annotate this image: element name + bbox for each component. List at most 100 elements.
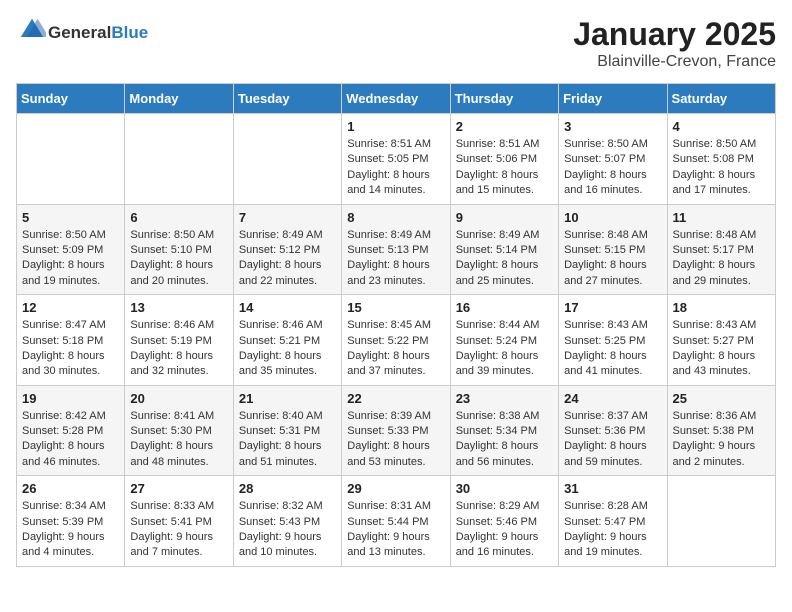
calendar-cell-w2-d0: 12 Sunrise: 8:47 AM Sunset: 5:18 PM Dayli… [17, 295, 125, 386]
cell-info: Sunrise: 8:39 AM Sunset: 5:33 PM Dayligh… [347, 409, 444, 471]
calendar-cell-w2-d6: 18 Sunrise: 8:43 AM Sunset: 5:27 PM Dayli… [667, 295, 775, 386]
calendar-cell-w1-d4: 9 Sunrise: 8:49 AM Sunset: 5:14 PM Daylig… [450, 204, 558, 295]
cell-info: Sunrise: 8:49 AM Sunset: 5:14 PM Dayligh… [456, 228, 553, 290]
weekday-header-monday: Monday [125, 84, 233, 114]
weekday-header-sunday: Sunday [17, 84, 125, 114]
cell-info: Sunrise: 8:50 AM Sunset: 5:07 PM Dayligh… [564, 137, 661, 199]
calendar-cell-w3-d0: 19 Sunrise: 8:42 AM Sunset: 5:28 PM Dayli… [17, 385, 125, 476]
day-number: 18 [673, 300, 770, 315]
cell-info: Sunrise: 8:37 AM Sunset: 5:36 PM Dayligh… [564, 409, 661, 471]
cell-info: Sunrise: 8:47 AM Sunset: 5:18 PM Dayligh… [22, 318, 119, 380]
day-number: 23 [456, 391, 553, 406]
calendar-cell-w0-d3: 1 Sunrise: 8:51 AM Sunset: 5:05 PM Daylig… [342, 114, 450, 205]
cell-info: Sunrise: 8:43 AM Sunset: 5:27 PM Dayligh… [673, 318, 770, 380]
location-title: Blainville-Crevon, France [573, 53, 776, 71]
day-number: 5 [22, 210, 119, 225]
cell-info: Sunrise: 8:46 AM Sunset: 5:19 PM Dayligh… [130, 318, 227, 380]
calendar-cell-w1-d5: 10Sunrise: 8:48 AM Sunset: 5:15 PM Dayli… [559, 204, 667, 295]
cell-info: Sunrise: 8:44 AM Sunset: 5:24 PM Dayligh… [456, 318, 553, 380]
cell-info: Sunrise: 8:38 AM Sunset: 5:34 PM Dayligh… [456, 409, 553, 471]
day-number: 29 [347, 481, 444, 496]
day-number: 24 [564, 391, 661, 406]
day-number: 10 [564, 210, 661, 225]
calendar-cell-w2-d1: 13 Sunrise: 8:46 AM Sunset: 5:19 PM Dayli… [125, 295, 233, 386]
cell-info: Sunrise: 8:36 AM Sunset: 5:38 PM Dayligh… [673, 409, 770, 471]
calendar-cell-w4-d6 [667, 476, 775, 567]
month-title: January 2025 [573, 16, 776, 53]
calendar-table: SundayMondayTuesdayWednesdayThursdayFrid… [16, 83, 776, 567]
cell-info: Sunrise: 8:49 AM Sunset: 5:13 PM Dayligh… [347, 228, 444, 290]
day-number: 9 [456, 210, 553, 225]
day-number: 26 [22, 481, 119, 496]
calendar-cell-w0-d2 [233, 114, 341, 205]
cell-info: Sunrise: 8:51 AM Sunset: 5:06 PM Dayligh… [456, 137, 553, 199]
calendar-cell-w1-d2: 7 Sunrise: 8:49 AM Sunset: 5:12 PM Daylig… [233, 204, 341, 295]
cell-info: Sunrise: 8:33 AM Sunset: 5:41 PM Dayligh… [130, 499, 227, 561]
calendar-cell-w1-d6: 11Sunrise: 8:48 AM Sunset: 5:17 PM Dayli… [667, 204, 775, 295]
calendar-cell-w4-d3: 29 Sunrise: 8:31 AM Sunset: 5:44 PM Dayli… [342, 476, 450, 567]
calendar-cell-w4-d4: 30 Sunrise: 8:29 AM Sunset: 5:46 PM Dayli… [450, 476, 558, 567]
day-number: 17 [564, 300, 661, 315]
day-number: 1 [347, 119, 444, 134]
calendar-cell-w3-d5: 24 Sunrise: 8:37 AM Sunset: 5:36 PM Dayli… [559, 385, 667, 476]
calendar-cell-w1-d0: 5 Sunrise: 8:50 AM Sunset: 5:09 PM Daylig… [17, 204, 125, 295]
calendar-cell-w3-d2: 21 Sunrise: 8:40 AM Sunset: 5:31 PM Dayli… [233, 385, 341, 476]
day-number: 21 [239, 391, 336, 406]
cell-info: Sunrise: 8:29 AM Sunset: 5:46 PM Dayligh… [456, 499, 553, 561]
day-number: 20 [130, 391, 227, 406]
calendar-cell-w4-d2: 28 Sunrise: 8:32 AM Sunset: 5:43 PM Dayli… [233, 476, 341, 567]
calendar-cell-w0-d0 [17, 114, 125, 205]
cell-info: Sunrise: 8:32 AM Sunset: 5:43 PM Dayligh… [239, 499, 336, 561]
day-number: 7 [239, 210, 336, 225]
calendar-cell-w2-d2: 14 Sunrise: 8:46 AM Sunset: 5:21 PM Dayli… [233, 295, 341, 386]
logo-general: GeneralBlue [48, 23, 148, 43]
title-area: January 2025 Blainville-Crevon, France [573, 16, 776, 71]
cell-info: Sunrise: 8:50 AM Sunset: 5:10 PM Dayligh… [130, 228, 227, 290]
calendar-cell-w3-d4: 23 Sunrise: 8:38 AM Sunset: 5:34 PM Dayli… [450, 385, 558, 476]
calendar-cell-w0-d5: 3Sunrise: 8:50 AM Sunset: 5:07 PM Daylig… [559, 114, 667, 205]
cell-info: Sunrise: 8:28 AM Sunset: 5:47 PM Dayligh… [564, 499, 661, 561]
day-number: 12 [22, 300, 119, 315]
day-number: 2 [456, 119, 553, 134]
cell-info: Sunrise: 8:40 AM Sunset: 5:31 PM Dayligh… [239, 409, 336, 471]
day-number: 11 [673, 210, 770, 225]
day-number: 16 [456, 300, 553, 315]
calendar-cell-w4-d1: 27Sunrise: 8:33 AM Sunset: 5:41 PM Dayli… [125, 476, 233, 567]
day-number: 8 [347, 210, 444, 225]
logo: GeneralBlue [16, 16, 148, 49]
calendar-cell-w4-d0: 26Sunrise: 8:34 AM Sunset: 5:39 PM Dayli… [17, 476, 125, 567]
calendar-cell-w0-d6: 4 Sunrise: 8:50 AM Sunset: 5:08 PM Daylig… [667, 114, 775, 205]
calendar-cell-w1-d3: 8 Sunrise: 8:49 AM Sunset: 5:13 PM Daylig… [342, 204, 450, 295]
day-number: 19 [22, 391, 119, 406]
cell-info: Sunrise: 8:49 AM Sunset: 5:12 PM Dayligh… [239, 228, 336, 290]
cell-info: Sunrise: 8:50 AM Sunset: 5:08 PM Dayligh… [673, 137, 770, 199]
calendar-cell-w2-d4: 16 Sunrise: 8:44 AM Sunset: 5:24 PM Dayli… [450, 295, 558, 386]
calendar-cell-w3-d1: 20Sunrise: 8:41 AM Sunset: 5:30 PM Dayli… [125, 385, 233, 476]
calendar-cell-w3-d6: 25 Sunrise: 8:36 AM Sunset: 5:38 PM Dayli… [667, 385, 775, 476]
day-number: 6 [130, 210, 227, 225]
calendar-cell-w2-d3: 15 Sunrise: 8:45 AM Sunset: 5:22 PM Dayli… [342, 295, 450, 386]
cell-info: Sunrise: 8:43 AM Sunset: 5:25 PM Dayligh… [564, 318, 661, 380]
calendar-cell-w3-d3: 22 Sunrise: 8:39 AM Sunset: 5:33 PM Dayli… [342, 385, 450, 476]
cell-info: Sunrise: 8:46 AM Sunset: 5:21 PM Dayligh… [239, 318, 336, 380]
calendar-cell-w4-d5: 31 Sunrise: 8:28 AM Sunset: 5:47 PM Dayli… [559, 476, 667, 567]
day-number: 15 [347, 300, 444, 315]
day-number: 4 [673, 119, 770, 134]
day-number: 31 [564, 481, 661, 496]
weekday-header-wednesday: Wednesday [342, 84, 450, 114]
calendar-cell-w1-d1: 6 Sunrise: 8:50 AM Sunset: 5:10 PM Daylig… [125, 204, 233, 295]
day-number: 30 [456, 481, 553, 496]
day-number: 22 [347, 391, 444, 406]
cell-info: Sunrise: 8:51 AM Sunset: 5:05 PM Dayligh… [347, 137, 444, 199]
cell-info: Sunrise: 8:50 AM Sunset: 5:09 PM Dayligh… [22, 228, 119, 290]
day-number: 25 [673, 391, 770, 406]
cell-info: Sunrise: 8:45 AM Sunset: 5:22 PM Dayligh… [347, 318, 444, 380]
logo-icon [18, 16, 46, 44]
day-number: 28 [239, 481, 336, 496]
day-number: 13 [130, 300, 227, 315]
weekday-header-tuesday: Tuesday [233, 84, 341, 114]
calendar-cell-w0-d4: 2 Sunrise: 8:51 AM Sunset: 5:06 PM Daylig… [450, 114, 558, 205]
day-number: 14 [239, 300, 336, 315]
cell-info: Sunrise: 8:31 AM Sunset: 5:44 PM Dayligh… [347, 499, 444, 561]
cell-info: Sunrise: 8:42 AM Sunset: 5:28 PM Dayligh… [22, 409, 119, 471]
